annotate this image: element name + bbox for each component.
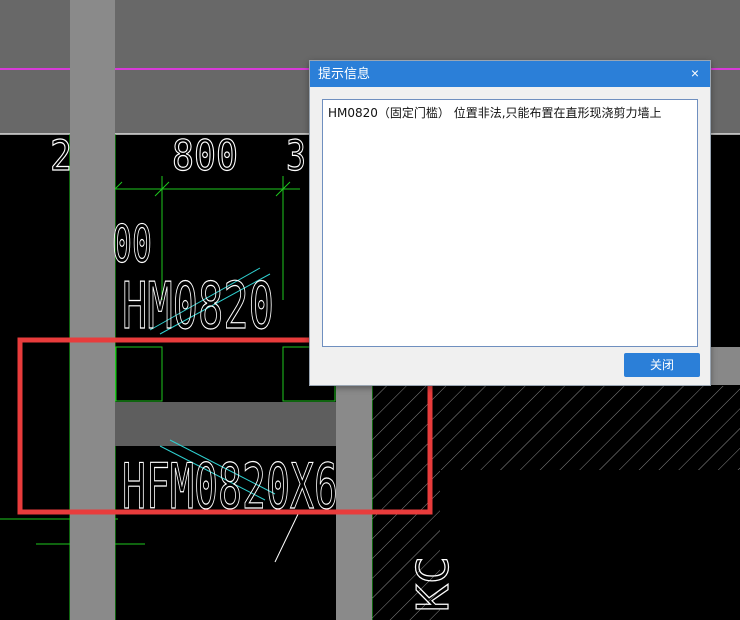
door-label-hm0820: HM0820 — [122, 270, 274, 344]
close-icon[interactable]: × — [686, 64, 704, 82]
column-left — [70, 0, 115, 620]
wall-right-stub — [711, 347, 740, 385]
message-textarea[interactable]: HM0820（固定门槛） 位置非法,只能布置在直形现浇剪力墙上 — [322, 99, 698, 347]
hatched-wall-mask — [440, 470, 740, 620]
dim-text-top-1: 2 — [50, 131, 72, 180]
dim-text-top-3: 3 — [286, 131, 306, 180]
close-button[interactable]: 关闭 — [624, 353, 700, 377]
beam-horizontal — [115, 402, 336, 446]
info-dialog: 提示信息 × HM0820（固定门槛） 位置非法,只能布置在直形现浇剪力墙上 关… — [309, 60, 711, 386]
message-text: HM0820（固定门槛） 位置非法,只能布置在直形现浇剪力墙上 — [328, 106, 662, 120]
label-kc-vertical: KC — [408, 556, 459, 612]
column-mid — [336, 386, 372, 620]
dim-text-top-2: 800 — [172, 131, 238, 180]
dialog-title: 提示信息 — [318, 66, 371, 81]
dim-text-left: 00 — [112, 215, 152, 275]
dialog-titlebar[interactable]: 提示信息 × — [310, 61, 710, 87]
